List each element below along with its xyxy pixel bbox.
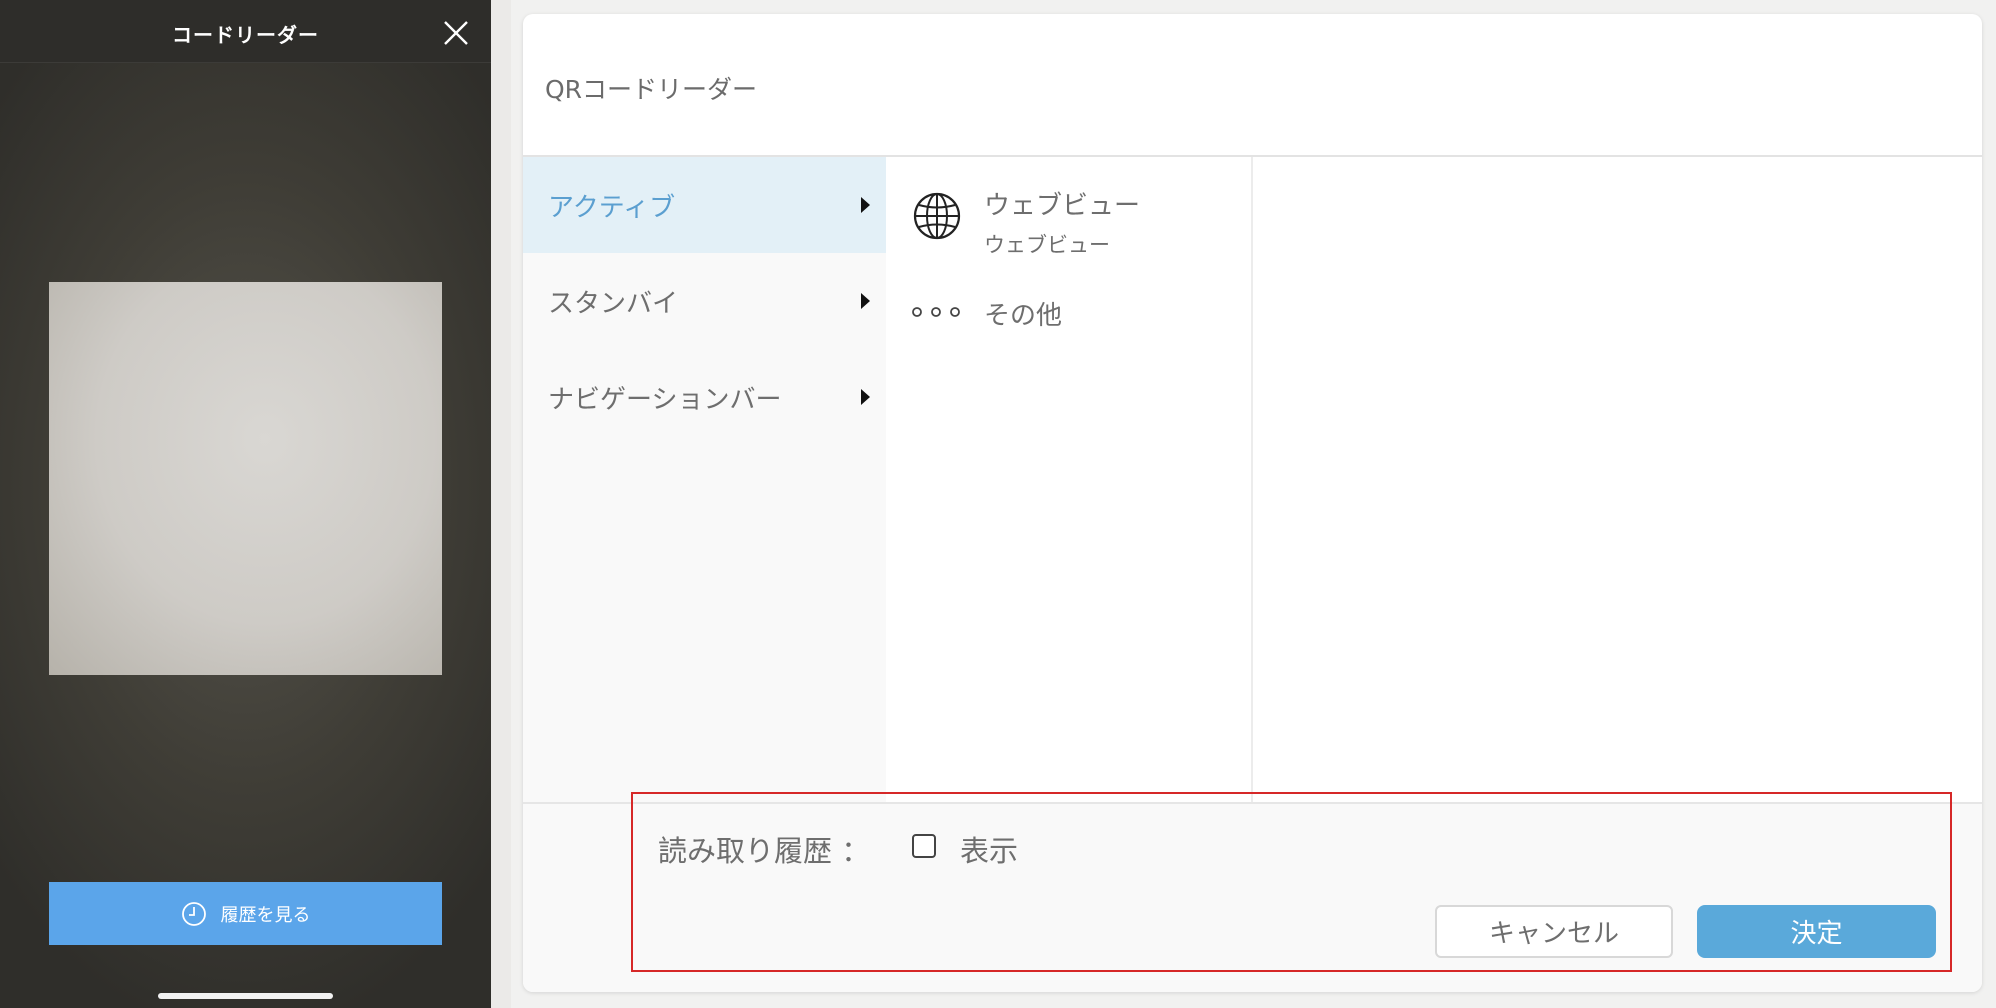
phone-screen: コードリーダー 履歴を見る (0, 0, 491, 1008)
cancel-button[interactable]: キャンセル (1435, 905, 1673, 958)
view-history-label: 履歴を見る (220, 904, 311, 926)
menu-column: アクティブ スタンバイ ナビゲーションバー (523, 157, 886, 802)
menu-item-label: スタンバイ (548, 288, 679, 319)
panel-gutter (491, 0, 511, 1008)
show-label[interactable]: 表示 (960, 828, 1018, 870)
chevron-right-icon (861, 389, 870, 405)
menu-item-label: アクティブ (548, 192, 676, 223)
submenu-webview-sublabel: ウェブビュー (984, 233, 1110, 257)
close-icon[interactable] (442, 19, 470, 47)
clock-icon (181, 901, 206, 926)
camera-scan-frame (49, 282, 442, 675)
view-history-button[interactable]: 履歴を見る (49, 882, 442, 945)
submenu-webview-label[interactable]: ウェブビュー (984, 185, 1140, 222)
chevron-right-icon (861, 197, 870, 213)
home-indicator (158, 993, 333, 999)
phone-header: コードリーダー (0, 0, 491, 63)
chevron-right-icon (861, 293, 870, 309)
menu-item-label: ナビゲーションバー (548, 384, 782, 415)
menu-item-navigation-bar[interactable]: ナビゲーションバー (523, 349, 886, 445)
menu-item-standby[interactable]: スタンバイ (523, 253, 886, 349)
submenu-column: ウェブビュー ウェブビュー その他 (886, 157, 1253, 802)
dots-icon (912, 307, 960, 317)
submenu-other-label[interactable]: その他 (984, 295, 1062, 332)
dialog-title: QRコードリーダー (545, 75, 758, 104)
show-history-checkbox[interactable] (912, 834, 936, 858)
menu-item-active[interactable]: アクティブ (523, 157, 886, 253)
confirm-button[interactable]: 決定 (1697, 905, 1936, 958)
read-history-label: 読み取り履歴 ： (658, 834, 871, 868)
globe-icon (913, 192, 961, 240)
phone-title: コードリーダー (172, 23, 319, 47)
